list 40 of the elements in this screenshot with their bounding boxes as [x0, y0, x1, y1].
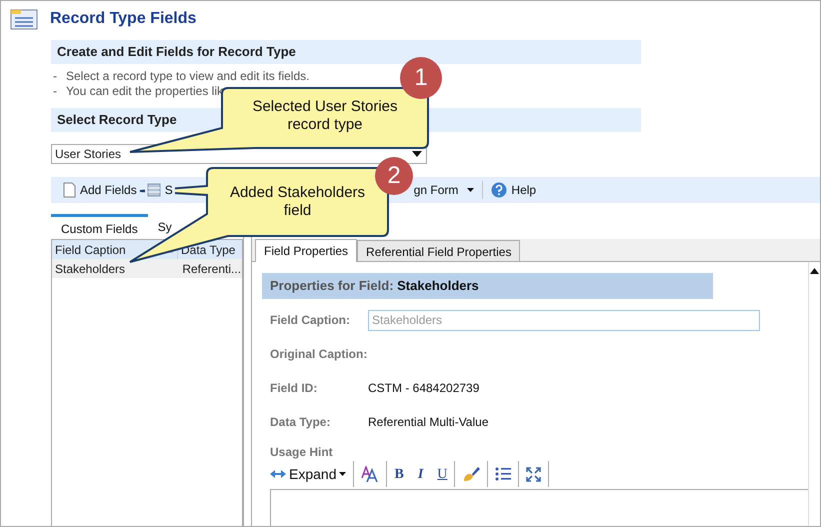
page-icon	[63, 182, 76, 198]
toolbar-button[interactable]: Add Fields	[61, 181, 139, 199]
field-label: Usage Hint	[269, 444, 334, 461]
field-label: Field ID:	[270, 380, 318, 397]
toolbar-button[interactable]: S	[144, 181, 175, 199]
field-value: CSTM - 6484202739	[368, 380, 480, 397]
scroll-up-icon	[810, 268, 819, 274]
field-label: Field Caption:	[270, 312, 351, 329]
field-value: Referential Multi-Value	[368, 414, 488, 431]
callout-text: Added Stakeholders field	[228, 184, 366, 220]
caret-icon	[467, 188, 474, 192]
bullet-text: Select a record type to view and edit its fields.	[66, 69, 310, 84]
page-title: Record Type Fields	[50, 9, 196, 29]
help-button[interactable]: Help	[489, 181, 538, 199]
font-icon	[361, 466, 380, 482]
italic-button[interactable]: I	[410, 464, 430, 484]
bullet-dash: -	[53, 69, 57, 84]
underline-button[interactable]: U	[430, 464, 454, 484]
table-row[interactable]: Stakeholders Referenti...	[52, 259, 242, 278]
expand-button[interactable]: Expand	[270, 464, 354, 484]
bold-button[interactable]: B	[387, 464, 411, 484]
tab[interactable]: Referential Field Properties	[357, 240, 520, 261]
properties-heading: Properties for Field: Stakeholders	[262, 273, 713, 299]
dropdown-arrow-icon	[412, 151, 422, 157]
maximize-icon	[526, 466, 542, 482]
help-icon	[491, 182, 508, 198]
bulleted-list-icon	[495, 467, 512, 481]
number-badge: 2	[375, 157, 413, 195]
field-label: Data Type:	[270, 414, 332, 431]
caret-icon	[339, 472, 346, 476]
field-label: Original Caption:	[270, 346, 368, 363]
section-heading: Create and Edit Fields for Record Type	[51, 40, 641, 64]
brush-icon	[462, 466, 480, 482]
bullet-dash: -	[53, 84, 57, 99]
menu-button[interactable]: gn Form	[414, 181, 476, 199]
double-arrow-icon	[270, 469, 286, 479]
tab[interactable]: Field Properties	[255, 239, 358, 262]
grid-icon	[146, 183, 161, 197]
form-icon	[10, 8, 38, 30]
tab[interactable]: Sy	[148, 214, 172, 239]
